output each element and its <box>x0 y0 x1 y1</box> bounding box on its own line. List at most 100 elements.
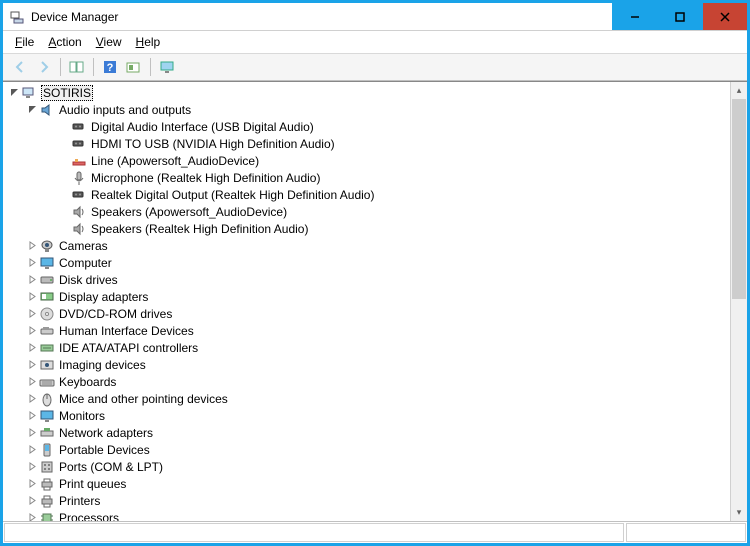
tree-category[interactable]: Disk drives <box>7 271 730 288</box>
tree-category-icon <box>39 493 55 509</box>
tree-node-label: Line (Apowersoft_AudioDevice) <box>91 154 259 168</box>
tree-device-audio[interactable]: Line (Apowersoft_AudioDevice) <box>7 152 730 169</box>
expand-toggle[interactable] <box>25 409 39 423</box>
scan-hardware-button[interactable] <box>123 56 145 78</box>
tree-category[interactable]: Display adapters <box>7 288 730 305</box>
tree-category[interactable]: Network adapters <box>7 424 730 441</box>
tree-category-icon <box>39 289 55 305</box>
scroll-thumb[interactable] <box>732 99 746 299</box>
tree-category[interactable]: Monitors <box>7 407 730 424</box>
show-hide-button[interactable] <box>66 56 88 78</box>
maximize-button[interactable] <box>657 3 702 30</box>
menu-action[interactable]: Action <box>42 33 87 51</box>
expand-toggle[interactable] <box>25 341 39 355</box>
vertical-scrollbar[interactable]: ▴ ▾ <box>730 82 747 521</box>
tree-category[interactable]: Printers <box>7 492 730 509</box>
tree-category-icon <box>39 357 55 373</box>
tree-category[interactable]: Computer <box>7 254 730 271</box>
back-button[interactable] <box>9 56 31 78</box>
expand-toggle[interactable] <box>25 392 39 406</box>
titlebar[interactable]: Device Manager <box>3 3 747 31</box>
tree-category[interactable]: IDE ATA/ATAPI controllers <box>7 339 730 356</box>
tree-category[interactable]: Cameras <box>7 237 730 254</box>
expand-toggle[interactable] <box>25 511 39 522</box>
tree-node-label: Human Interface Devices <box>59 324 194 338</box>
tree-category[interactable]: Keyboards <box>7 373 730 390</box>
tree-category[interactable]: Processors <box>7 509 730 521</box>
tree-device-audio-icon <box>71 221 87 237</box>
expand-toggle[interactable] <box>25 494 39 508</box>
tree-device-audio[interactable]: HDMI TO USB (NVIDIA High Definition Audi… <box>7 135 730 152</box>
tree-category[interactable]: DVD/CD-ROM drives <box>7 305 730 322</box>
expand-toggle[interactable] <box>25 460 39 474</box>
tree-category-icon <box>39 374 55 390</box>
tree-node-label: Portable Devices <box>59 443 150 457</box>
tree-node-label: Print queues <box>59 477 126 491</box>
expand-toggle[interactable] <box>25 290 39 304</box>
tree-category[interactable]: Mice and other pointing devices <box>7 390 730 407</box>
statusbar <box>3 521 747 543</box>
tree-category-icon <box>39 238 55 254</box>
tree-category-icon <box>39 510 55 522</box>
menu-help[interactable]: Help <box>130 33 167 51</box>
tree-node-label: Speakers (Apowersoft_AudioDevice) <box>91 205 287 219</box>
expand-spacer <box>57 188 71 202</box>
tree-device-audio[interactable]: Speakers (Apowersoft_AudioDevice) <box>7 203 730 220</box>
tree-category[interactable]: Imaging devices <box>7 356 730 373</box>
expand-toggle[interactable] <box>25 324 39 338</box>
tree-category-icon <box>39 459 55 475</box>
status-cell <box>626 523 746 542</box>
minimize-button[interactable] <box>612 3 657 30</box>
tree-node-label: Keyboards <box>59 375 116 389</box>
app-icon <box>9 9 25 25</box>
forward-button[interactable] <box>33 56 55 78</box>
expand-toggle[interactable] <box>25 273 39 287</box>
expand-toggle[interactable] <box>25 307 39 321</box>
tree-device-audio[interactable]: Speakers (Realtek High Definition Audio) <box>7 220 730 237</box>
scroll-up-button[interactable]: ▴ <box>731 82 747 99</box>
menu-view[interactable]: View <box>90 33 128 51</box>
window-controls <box>612 3 747 30</box>
tree-category-audio[interactable]: Audio inputs and outputs <box>7 101 730 118</box>
expand-toggle[interactable] <box>25 256 39 270</box>
tree-node-label: Printers <box>59 494 100 508</box>
separator-icon <box>93 58 94 76</box>
close-button[interactable] <box>702 3 747 30</box>
help-button[interactable]: ? <box>99 56 121 78</box>
tree-device-audio-icon <box>71 119 87 135</box>
tree-category[interactable]: Portable Devices <box>7 441 730 458</box>
content-area: SOTIRIS Audio inputs and outputs Digital… <box>3 81 747 521</box>
tree-category[interactable]: Print queues <box>7 475 730 492</box>
tree-node-label: Digital Audio Interface (USB Digital Aud… <box>91 120 314 134</box>
expand-toggle[interactable] <box>25 358 39 372</box>
tree-node-label: HDMI TO USB (NVIDIA High Definition Audi… <box>91 137 335 151</box>
tree-device-audio[interactable]: Realtek Digital Output (Realtek High Def… <box>7 186 730 203</box>
expand-toggle[interactable] <box>25 103 39 117</box>
device-tree[interactable]: SOTIRIS Audio inputs and outputs Digital… <box>3 82 730 521</box>
tree-category-icon <box>39 391 55 407</box>
expand-toggle[interactable] <box>25 426 39 440</box>
tree-device-audio-icon <box>71 136 87 152</box>
expand-toggle[interactable] <box>7 86 21 100</box>
menu-file[interactable]: File <box>9 33 40 51</box>
tree-node-label: Cameras <box>59 239 108 253</box>
tree-node-label: Monitors <box>59 409 105 423</box>
tree-device-audio[interactable]: Digital Audio Interface (USB Digital Aud… <box>7 118 730 135</box>
tree-root[interactable]: SOTIRIS <box>7 84 730 101</box>
expand-toggle[interactable] <box>25 375 39 389</box>
tree-category[interactable]: Ports (COM & LPT) <box>7 458 730 475</box>
expand-spacer <box>57 222 71 236</box>
monitor-button[interactable] <box>156 56 178 78</box>
expand-toggle[interactable] <box>25 443 39 457</box>
tree-category-icon <box>39 408 55 424</box>
tree-node-label: Imaging devices <box>59 358 146 372</box>
tree-category[interactable]: Human Interface Devices <box>7 322 730 339</box>
tree-device-audio[interactable]: Microphone (Realtek High Definition Audi… <box>7 169 730 186</box>
expand-toggle[interactable] <box>25 477 39 491</box>
scroll-down-button[interactable]: ▾ <box>731 504 747 521</box>
tree-category-icon <box>39 340 55 356</box>
expand-spacer <box>57 137 71 151</box>
tree-device-audio-icon <box>71 153 87 169</box>
expand-toggle[interactable] <box>25 239 39 253</box>
tree-category-icon <box>39 425 55 441</box>
